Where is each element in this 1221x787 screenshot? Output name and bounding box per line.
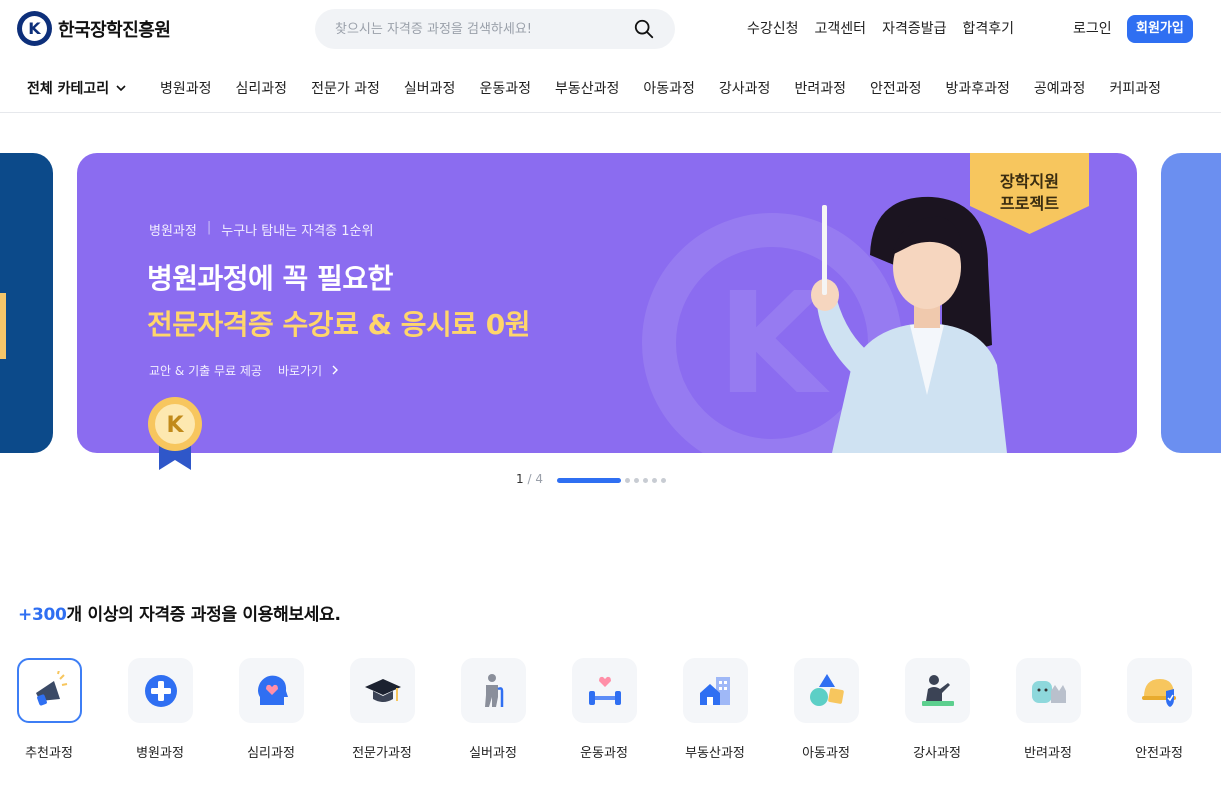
banner-sub-text: 교안 & 기출 무료 제공: [149, 364, 262, 378]
category-nav-item[interactable]: 실버과정: [404, 78, 456, 98]
slide-current: 1: [516, 472, 524, 486]
banner-eyebrow: 병원과정 | 누구나 탐내는 자격증 1순위: [149, 220, 373, 239]
megaphone-icon: [35, 670, 67, 706]
logo-k-icon: K: [17, 11, 52, 46]
svg-text:K: K: [166, 413, 184, 438]
category-nav-item[interactable]: 방과후과정: [946, 78, 1010, 98]
category-icon-box: [350, 658, 415, 723]
util-link-support[interactable]: 고객센터: [815, 18, 867, 38]
search-input[interactable]: [335, 9, 625, 49]
search-bar: [315, 9, 675, 49]
chevron-down-icon: [116, 85, 126, 92]
slide-dot[interactable]: [634, 478, 639, 483]
eyebrow-divider: |: [206, 220, 212, 235]
util-nav: 수강신청 고객센터 자격증발급 합격후기: [747, 18, 1014, 38]
category-tile-label: 병원과정: [136, 746, 184, 761]
category-nav-item[interactable]: 전문가 과정: [311, 78, 380, 98]
banner-more-link[interactable]: 바로가기: [278, 362, 340, 379]
site-logo[interactable]: K 한국장학진흥원: [17, 11, 171, 46]
graduation-cap-icon: [364, 678, 401, 702]
section-title: +300개 이상의 자격증 과정을 이용해보세요.: [18, 600, 341, 625]
category-tile-label: 강사과정: [913, 746, 961, 761]
slide-dot[interactable]: [652, 478, 657, 483]
category-icon-box: [239, 658, 304, 723]
lecturer-icon: [921, 674, 954, 706]
category-tile-label: 아동과정: [802, 746, 850, 761]
category-icon-box: [572, 658, 637, 723]
logo-text: 한국장학진흥원: [58, 19, 171, 41]
category-tile-label: 안전과정: [1135, 746, 1183, 761]
category-nav-item[interactable]: 강사과정: [719, 78, 771, 98]
banner-title: 병원과정에 꼭 필요한: [147, 262, 393, 295]
category-nav: 전체 카테고리 병원과정 심리과정 전문가 과정 실버과정 운동과정 부동산과정…: [0, 58, 1221, 113]
slide-dot[interactable]: [643, 478, 648, 483]
category-nav-item[interactable]: 반려과정: [794, 78, 846, 98]
category-nav-item[interactable]: 심리과정: [236, 78, 288, 98]
category-tile-label: 실버과정: [469, 746, 517, 761]
category-nav-item[interactable]: 부동산과정: [555, 78, 619, 98]
section-title-count: +300: [18, 605, 67, 625]
category-nav-item[interactable]: 커피과정: [1109, 78, 1161, 98]
banner-highlight-title: 전문자격증 수강료 & 응시료 0원: [147, 308, 531, 341]
prev-slide-tab: [0, 293, 6, 359]
category-nav-item[interactable]: 아동과정: [643, 78, 695, 98]
banner-category: 병원과정: [149, 224, 197, 239]
slide-counter: 1 / 4: [516, 472, 543, 486]
slide-dot-active[interactable]: [557, 478, 621, 483]
login-link[interactable]: 로그인: [1073, 18, 1112, 38]
category-icon-box: [1127, 658, 1192, 723]
category-icon-box: [1016, 658, 1081, 723]
util-link-enroll[interactable]: 수강신청: [747, 18, 799, 38]
section-title-text: 개 이상의 자격증 과정을 이용해보세요.: [66, 605, 341, 625]
all-category-label: 전체 카테고리: [27, 81, 110, 97]
category-tile-label: 반려과정: [1024, 746, 1072, 761]
header: K 한국장학진흥원 수강신청 고객센터 자격증발급 합격후기 로그인 회원가입: [0, 0, 1221, 58]
next-slide-peek[interactable]: [1161, 153, 1221, 453]
banner-more-label: 바로가기: [277, 364, 323, 378]
category-icon-box: [17, 658, 82, 723]
slide-dot[interactable]: [625, 478, 630, 483]
category-nav-item[interactable]: 병원과정: [160, 78, 212, 98]
pet-icon: [1031, 680, 1066, 703]
chevron-right-icon: [332, 365, 338, 375]
category-tile-label: 부동산과정: [685, 746, 745, 761]
category-nav-items: 병원과정 심리과정 전문가 과정 실버과정 운동과정 부동산과정 아동과정 강사…: [160, 78, 1185, 98]
safety-helmet-icon: [1141, 678, 1176, 707]
category-tile-label: 심리과정: [247, 746, 295, 761]
slide-indicator: [557, 478, 666, 483]
category-tile-label: 전문가과정: [352, 746, 412, 761]
category-tile-label: 운동과정: [580, 746, 628, 761]
house-building-icon: [699, 676, 730, 705]
banner-tagline: 누구나 탐내는 자격증 1순위: [221, 224, 374, 239]
ribbon-line1: 장학지원: [1000, 172, 1059, 191]
category-icon-box: [794, 658, 859, 723]
all-category-button[interactable]: 전체 카테고리: [27, 78, 127, 98]
instructor-photo: [811, 196, 1007, 453]
banner-sub: 교안 & 기출 무료 제공 바로가기: [149, 362, 340, 379]
category-icon-box: [461, 658, 526, 723]
category-tile-label: 추천과정: [25, 746, 73, 761]
medical-cross-icon: [144, 674, 177, 707]
dumbbell-heart-icon: [588, 676, 621, 705]
slide-total: 4: [535, 472, 543, 486]
elder-cane-icon: [484, 673, 503, 707]
category-nav-item[interactable]: 공예과정: [1034, 78, 1086, 98]
search-icon[interactable]: [633, 18, 655, 40]
slide-dot[interactable]: [661, 478, 666, 483]
util-link-reviews[interactable]: 합격후기: [962, 18, 1014, 38]
util-link-certificate[interactable]: 자격증발급: [882, 18, 946, 38]
join-button[interactable]: 회원가입: [1127, 15, 1193, 43]
category-icon-box: [128, 658, 193, 723]
category-nav-item[interactable]: 안전과정: [870, 78, 922, 98]
main-banner[interactable]: K 병원과정 | 누구나 탐내는 자격증 1순위 병원과정에 꼭 필요한 전문자…: [77, 153, 1137, 453]
category-icon-box: [683, 658, 748, 723]
category-nav-item[interactable]: 운동과정: [479, 78, 531, 98]
category-icon-box: [905, 658, 970, 723]
k-medal-badge: K: [148, 397, 202, 470]
toy-shapes-icon: [809, 673, 844, 706]
prev-slide-peek[interactable]: [0, 153, 53, 453]
head-heart-icon: [257, 675, 288, 705]
